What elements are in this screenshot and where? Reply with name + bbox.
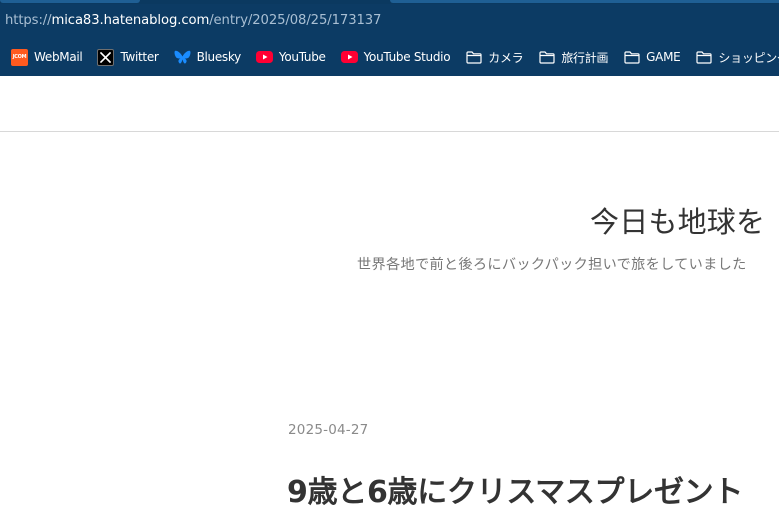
blog-description: 世界各地で前と後ろにバックパック担いで旅をしていました [357,257,747,273]
butterfly-icon [174,49,191,66]
bookmark-label: Twitter [120,50,159,64]
x-logo-icon [97,48,115,66]
browser-window: https://mica83.hatenablog.com/entry/2025… [0,0,779,525]
blog-header-bar [0,76,779,132]
url-path: /entry/2025/08/25/173137 [209,13,382,28]
youtube-icon [255,49,273,66]
bookmark-label: YouTube [278,50,326,64]
bookmark-label: GAME [646,50,681,64]
entry-date[interactable]: 2025-04-27 [288,422,368,438]
url-scheme: https:// [5,13,52,28]
tab-inactive-edge[interactable] [390,0,779,3]
folder-icon [623,49,640,66]
bookmark-label: WebMail [34,50,83,64]
bookmark-youtube-studio[interactable]: YouTube Studio [340,44,451,70]
webmail-icon: JCOM [11,48,28,66]
bookmark-folder-game[interactable]: GAME [623,44,681,70]
bookmark-label: 旅行計画 [561,50,609,65]
bookmark-label: ショッピング [718,50,779,65]
address-bar[interactable]: https://mica83.hatenablog.com/entry/2025… [0,4,779,38]
web-page: 今日も地球を 世界各地で前と後ろにバックパック担いで旅をしていました 2025-… [0,76,779,525]
url-text[interactable]: https://mica83.hatenablog.com/entry/2025… [5,13,381,28]
folder-icon [465,49,482,66]
bookmark-folder-shopping[interactable]: ショッピング [695,44,779,70]
blog-title[interactable]: 今日も地球を [590,199,765,241]
bookmark-label: YouTube Studio [363,50,451,64]
url-host: mica83.hatenablog.com [51,13,210,28]
folder-icon [695,49,712,66]
bookmark-folder-travel[interactable]: 旅行計画 [538,44,608,70]
entry-title[interactable]: 9歳と6歳にクリスマスプレゼント [287,467,743,511]
bookmark-twitter[interactable]: Twitter [97,44,159,70]
bookmark-youtube[interactable]: YouTube [255,44,326,70]
folder-icon [538,49,555,66]
bookmark-label: カメラ [488,50,524,65]
bookmark-bluesky[interactable]: Bluesky [174,44,241,70]
bookmarks-bar: JCOM WebMail Twitter Bluesky YouTube You… [0,38,779,76]
bookmark-webmail[interactable]: JCOM WebMail [11,44,83,70]
youtube-icon [340,49,358,66]
bookmark-label: Bluesky [196,50,242,64]
tab-active-edge[interactable] [0,0,140,3]
bookmark-folder-camera[interactable]: カメラ [465,44,524,70]
